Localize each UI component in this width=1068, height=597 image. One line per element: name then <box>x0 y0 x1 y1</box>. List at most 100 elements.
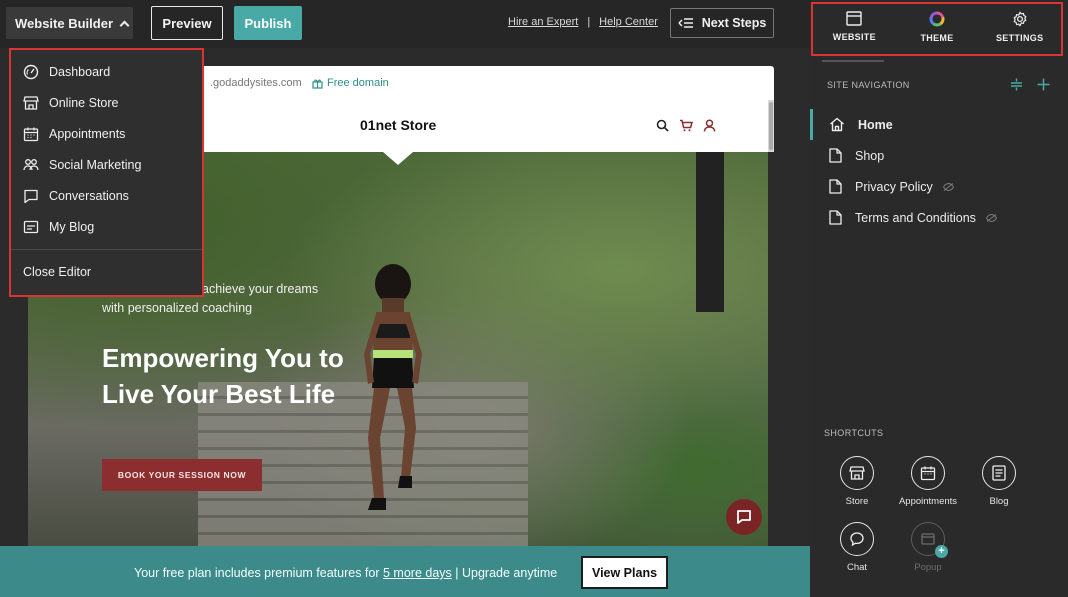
people-icon <box>23 158 39 170</box>
shortcut-popup[interactable]: + Popup <box>895 522 961 573</box>
nav-item-privacy-policy[interactable]: Privacy Policy <box>810 171 1068 202</box>
banner-text-before: Your free plan includes premium features… <box>134 566 380 580</box>
shortcut-circle <box>911 456 945 490</box>
menu-item-conversations[interactable]: Conversations <box>11 180 202 211</box>
help-links: Hire an Expert | Help Center <box>508 16 658 28</box>
nav-item-label: Shop <box>855 148 885 163</box>
page-icon <box>829 179 842 194</box>
shortcut-appointments[interactable]: Appointments <box>895 456 961 507</box>
free-domain-label: Free domain <box>327 77 389 89</box>
reorder-icon[interactable] <box>1010 78 1023 91</box>
banner-separator: | <box>455 566 459 580</box>
chat-icon <box>737 510 751 524</box>
shortcut-circle <box>982 456 1016 490</box>
nav-item-label: Home <box>858 117 893 132</box>
tab-label: SETTINGS <box>995 33 1044 43</box>
preview-scrollbar-thumb[interactable] <box>769 102 773 150</box>
header-notch <box>383 152 413 165</box>
shortcut-circle <box>840 522 874 556</box>
dashboard-icon <box>23 64 39 79</box>
chat-widget-button[interactable] <box>726 499 762 535</box>
athlete-image <box>364 264 422 510</box>
store-icon <box>23 95 39 110</box>
nav-item-home[interactable]: Home <box>810 109 1068 140</box>
editor-toolbar: Website Builder Preview Publish Hire an … <box>0 0 810 48</box>
panel-tabs: WEBSITE THEME SETTINGS <box>811 2 1063 56</box>
lamp-post-image <box>696 152 724 312</box>
search-icon[interactable] <box>656 119 669 132</box>
add-page-icon[interactable] <box>1037 78 1050 91</box>
shortcut-label: Chat <box>846 562 868 573</box>
calendar-icon <box>920 466 936 481</box>
link-separator: | <box>587 16 591 28</box>
gift-icon <box>312 79 323 89</box>
shortcut-blog[interactable]: Blog <box>966 456 1032 507</box>
site-navigation-actions <box>1010 78 1050 91</box>
tab-theme[interactable]: THEME <box>896 4 979 54</box>
blog-icon <box>23 220 39 233</box>
next-steps-label: Next Steps <box>701 16 767 30</box>
nav-item-label: Terms and Conditions <box>855 210 976 225</box>
home-icon <box>830 117 844 132</box>
book-session-button[interactable]: BOOK YOUR SESSION NOW <box>102 459 262 491</box>
chat-icon <box>24 189 38 203</box>
page-icon <box>829 210 842 225</box>
site-title: 01net Store <box>360 117 437 133</box>
blog-icon <box>992 465 1006 481</box>
menu-item-label: My Blog <box>49 219 95 234</box>
menu-item-appointments[interactable]: Appointments <box>11 118 202 149</box>
account-icon[interactable] <box>703 119 716 132</box>
tab-label: THEME <box>920 33 954 43</box>
view-plans-button[interactable]: View Plans <box>581 556 668 589</box>
shortcuts-header: SHORTCUTS <box>824 428 884 438</box>
menu-item-my-blog[interactable]: My Blog <box>11 211 202 242</box>
shortcut-store[interactable]: Store <box>824 456 890 507</box>
gear-icon <box>1013 11 1027 27</box>
website-builder-label: Website Builder <box>15 15 114 31</box>
tab-website[interactable]: WEBSITE <box>813 4 896 54</box>
shortcut-label: Blog <box>989 496 1009 507</box>
menu-item-label: Online Store <box>49 95 119 110</box>
preview-button[interactable]: Preview <box>151 6 223 40</box>
days-left-link[interactable]: 5 more days <box>383 566 452 580</box>
help-center-link[interactable]: Help Center <box>599 16 658 28</box>
menu-item-social-marketing[interactable]: Social Marketing <box>11 149 202 180</box>
tab-settings[interactable]: SETTINGS <box>978 4 1061 54</box>
tab-label: WEBSITE <box>832 32 876 42</box>
editor-side-panel: WEBSITE THEME SETTINGS SITE NAVIGATION H… <box>810 0 1068 597</box>
website-builder-dropdown: Dashboard Online Store Appointments Soci… <box>9 48 204 297</box>
chevron-up-icon <box>119 20 130 30</box>
banner-message: Your free plan includes premium features… <box>134 566 557 580</box>
site-navigation-header: SITE NAVIGATION <box>827 80 910 90</box>
shortcut-label: Popup <box>914 562 942 573</box>
palette-icon <box>929 11 945 27</box>
menu-item-label: Dashboard <box>49 64 111 79</box>
list-icon <box>678 18 693 28</box>
hidden-eye-icon <box>942 182 954 191</box>
hire-expert-link[interactable]: Hire an Expert <box>508 16 578 28</box>
site-navigation-list: Home Shop Privacy Policy Terms and Condi… <box>810 109 1068 233</box>
shortcut-label: Store <box>845 496 869 507</box>
nav-item-terms[interactable]: Terms and Conditions <box>810 202 1068 233</box>
hidden-eye-icon <box>985 213 997 222</box>
shortcut-circle <box>840 456 874 490</box>
site-domain: .godaddysites.com <box>210 77 302 89</box>
cart-icon[interactable] <box>679 119 693 132</box>
menu-item-online-store[interactable]: Online Store <box>11 87 202 118</box>
chat-icon <box>850 532 864 547</box>
hero-title: Empowering You to Live Your Best Life <box>102 343 344 409</box>
publish-button[interactable]: Publish <box>234 6 302 40</box>
shortcut-label: Appointments <box>898 496 958 507</box>
menu-item-dashboard[interactable]: Dashboard <box>11 56 202 87</box>
nav-item-shop[interactable]: Shop <box>810 140 1068 171</box>
add-badge-icon: + <box>935 545 948 558</box>
active-tab-indicator <box>822 60 884 62</box>
website-builder-menu-button[interactable]: Website Builder <box>6 7 133 39</box>
popup-icon <box>921 533 935 545</box>
shortcut-chat[interactable]: Chat <box>824 522 890 573</box>
shortcut-circle: + <box>911 522 948 558</box>
next-steps-button[interactable]: Next Steps <box>670 8 774 38</box>
store-icon <box>849 466 865 480</box>
free-domain-link[interactable]: Free domain <box>312 77 389 89</box>
close-editor-button[interactable]: Close Editor <box>23 265 91 279</box>
